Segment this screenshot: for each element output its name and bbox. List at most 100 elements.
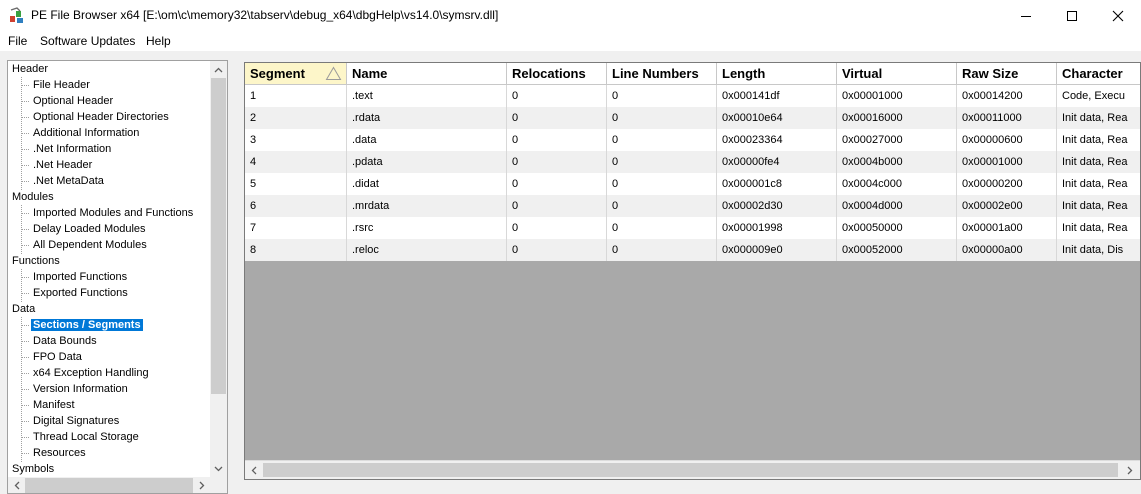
tree-item-resources[interactable]: Resources	[31, 445, 88, 461]
column-header-length[interactable]: Length	[717, 63, 837, 85]
tree-connector	[22, 277, 29, 278]
cell-character: Code, Execu	[1057, 85, 1140, 107]
column-header-name[interactable]: Name	[347, 63, 507, 85]
cell-raw-size: 0x00000200	[957, 173, 1057, 195]
menu-help[interactable]: Help	[146, 34, 171, 48]
scroll-right-button[interactable]	[193, 477, 210, 493]
cell-raw-size: 0x00011000	[957, 107, 1057, 129]
tree-item-label: FPO Data	[33, 351, 82, 363]
tree-connector	[22, 101, 29, 102]
navigation-tree: Header File Header Optional Header Optio…	[7, 60, 228, 494]
tree-item-additional-information[interactable]: Additional Information	[31, 125, 141, 141]
tree-item-label: File Header	[33, 79, 90, 91]
minimize-button[interactable]	[1003, 0, 1049, 31]
cell-raw-size: 0x00000a00	[957, 239, 1057, 261]
tree-group-modules[interactable]: Modules	[12, 189, 54, 205]
cell-segment: 1	[245, 85, 347, 107]
close-button[interactable]	[1095, 0, 1141, 31]
tree-connector	[22, 213, 29, 214]
column-header-virtual[interactable]: Virtual	[837, 63, 957, 85]
cell-length: 0x00023364	[717, 129, 837, 151]
tree-item-imported-modules[interactable]: Imported Modules and Functions	[31, 205, 195, 221]
menu-file[interactable]: File	[8, 34, 27, 48]
tree-item-fpo-data[interactable]: FPO Data	[31, 349, 84, 365]
cell-segment: 7	[245, 217, 347, 239]
tree-item-thread-local-storage[interactable]: Thread Local Storage	[31, 429, 141, 445]
column-header-line-numbers[interactable]: Line Numbers	[607, 63, 717, 85]
table-row[interactable]: 3 .data 0 0 0x00023364 0x00027000 0x00000600 In…	[245, 129, 1140, 151]
tree-connector	[22, 325, 29, 326]
cell-segment: 6	[245, 195, 347, 217]
tree-item-manifest[interactable]: Manifest	[31, 397, 77, 413]
column-header-raw-size[interactable]: Raw Size	[957, 63, 1057, 85]
cell-character: Init data, Rea	[1057, 107, 1140, 129]
column-header-character[interactable]: Character	[1057, 63, 1140, 85]
tree-item-all-dependent-modules[interactable]: All Dependent Modules	[31, 237, 149, 253]
tree-item-label: .Net MetaData	[33, 175, 104, 187]
column-header-segment[interactable]: Segment	[245, 63, 347, 85]
tree-item-exported-functions[interactable]: Exported Functions	[31, 285, 130, 301]
tree-item-sections-segments[interactable]: Sections / Segments	[31, 317, 143, 333]
menu-software-updates[interactable]: Software Updates	[40, 34, 135, 48]
tree-connector	[22, 341, 29, 342]
tree-item-data-bounds[interactable]: Data Bounds	[31, 333, 99, 349]
maximize-button[interactable]	[1049, 0, 1095, 31]
tree-connector	[22, 117, 29, 118]
tree-vertical-scrollbar[interactable]	[210, 61, 227, 477]
tree-item-x64-exception-handling[interactable]: x64 Exception Handling	[31, 365, 151, 381]
tree-group-data[interactable]: Data	[12, 301, 35, 317]
cell-relocations: 0	[507, 239, 607, 261]
tree-item-optional-header[interactable]: Optional Header	[31, 93, 115, 109]
column-header-relocations[interactable]: Relocations	[507, 63, 607, 85]
tree-item-file-header[interactable]: File Header	[31, 77, 92, 93]
table-row[interactable]: 4 .pdata 0 0 0x00000fe4 0x0004b000 0x00001000 I…	[245, 151, 1140, 173]
scroll-up-button[interactable]	[210, 61, 227, 78]
cell-segment: 2	[245, 107, 347, 129]
cell-line-numbers: 0	[607, 129, 717, 151]
cell-character: Init data, Rea	[1057, 217, 1140, 239]
scroll-right-button[interactable]	[1121, 462, 1138, 479]
cell-virtual: 0x0004d000	[837, 195, 957, 217]
tree-item-digital-signatures[interactable]: Digital Signatures	[31, 413, 121, 429]
cell-raw-size: 0x00014200	[957, 85, 1057, 107]
table-row[interactable]: 8 .reloc 0 0 0x000009e0 0x00052000 0x00000a00 I…	[245, 239, 1140, 261]
table-horizontal-scrollbar[interactable]	[245, 460, 1140, 479]
tree-item-imported-functions[interactable]: Imported Functions	[31, 269, 129, 285]
cell-raw-size: 0x00001000	[957, 151, 1057, 173]
cell-line-numbers: 0	[607, 85, 717, 107]
tree-item-delay-loaded-modules[interactable]: Delay Loaded Modules	[31, 221, 148, 237]
table-row[interactable]: 2 .rdata 0 0 0x00010e64 0x00016000 0x00011000 I…	[245, 107, 1140, 129]
title-bar: PE File Browser x64 [E:\om\c\memory32\ta…	[0, 0, 1141, 31]
chevron-left-icon	[14, 481, 19, 490]
table-row[interactable]: 5 .didat 0 0 0x000001c8 0x0004c000 0x00000200 I…	[245, 173, 1140, 195]
scroll-left-button[interactable]	[245, 462, 262, 479]
tree-item-version-information[interactable]: Version Information	[31, 381, 130, 397]
cell-segment: 3	[245, 129, 347, 151]
tree-vertical-scroll-thumb[interactable]	[211, 78, 226, 394]
cell-relocations: 0	[507, 173, 607, 195]
tree-horizontal-scroll-thumb[interactable]	[25, 478, 193, 493]
tree-group-functions[interactable]: Functions	[12, 253, 60, 269]
tree-connector	[22, 373, 29, 374]
tree-horizontal-scrollbar[interactable]	[8, 477, 210, 493]
cell-length: 0x00001998	[717, 217, 837, 239]
tree-group-header[interactable]: Header	[12, 61, 48, 77]
cell-name: .rsrc	[347, 217, 507, 239]
table-row[interactable]: 7 .rsrc 0 0 0x00001998 0x00050000 0x00001a00 In…	[245, 217, 1140, 239]
scroll-left-button[interactable]	[8, 477, 25, 493]
table-row[interactable]: 6 .mrdata 0 0 0x00002d30 0x0004d000 0x00002e00…	[245, 195, 1140, 217]
cell-name: .rdata	[347, 107, 507, 129]
chevron-right-icon	[199, 481, 204, 490]
cell-relocations: 0	[507, 129, 607, 151]
table-horizontal-scroll-thumb[interactable]	[263, 463, 1118, 477]
tree-item-optional-header-directories[interactable]: Optional Header Directories	[31, 109, 171, 125]
tree-group-symbols[interactable]: Symbols	[12, 461, 54, 477]
tree-item-net-information[interactable]: .Net Information	[31, 141, 113, 157]
tree-item-net-header[interactable]: .Net Header	[31, 157, 94, 173]
scroll-down-button[interactable]	[210, 460, 227, 477]
cell-virtual: 0x0004b000	[837, 151, 957, 173]
cell-segment: 4	[245, 151, 347, 173]
tree-item-net-metadata[interactable]: .Net MetaData	[31, 173, 106, 189]
table-row[interactable]: 1 .text 0 0 0x000141df 0x00001000 0x00014200 Co…	[245, 85, 1140, 107]
tree-item-label: Exported Functions	[33, 287, 128, 299]
